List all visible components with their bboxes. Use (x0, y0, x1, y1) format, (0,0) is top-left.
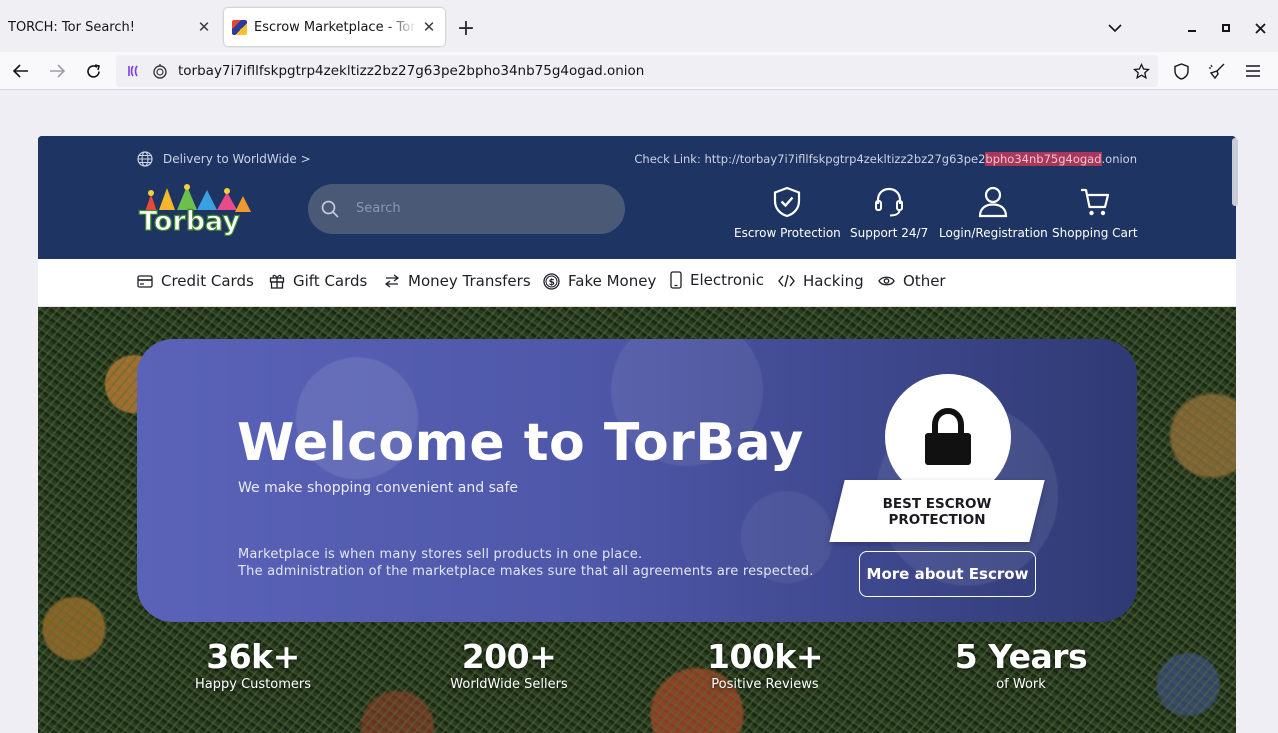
hero-subtitle: We make shopping convenient and safe (238, 480, 519, 496)
stat-reviews: 100k+ Positive Reviews (665, 637, 865, 693)
cart-icon (1080, 188, 1109, 216)
stat-value: 36k+ (206, 637, 300, 676)
address-bar[interactable]: torbay7i7ifllfskpgtrp4zekltizz2bz27g63pe… (116, 55, 1158, 87)
headset-icon (875, 187, 904, 217)
svg-text:$: $ (549, 278, 555, 288)
page-scrollbar[interactable] (1232, 138, 1238, 206)
escrow-protection-label: Escrow Protection (734, 226, 841, 240)
back-button[interactable] (6, 56, 36, 86)
shopping-cart-label: Shopping Cart (1052, 226, 1138, 240)
list-all-tabs-icon[interactable] (1101, 14, 1129, 42)
close-tab-icon[interactable]: ✕ (417, 15, 441, 39)
category-fake-money[interactable]: $ Fake Money (543, 272, 656, 290)
category-label: Money Transfers (408, 272, 531, 290)
reload-button[interactable] (78, 56, 108, 86)
category-label: Electronic (690, 271, 764, 289)
more-about-escrow-button[interactable]: More about Escrow (859, 551, 1036, 597)
stat-years: 5 Years of Work (921, 637, 1121, 693)
category-hacking[interactable]: Hacking (778, 272, 864, 290)
logo-text: Torbay (139, 206, 240, 236)
tab-title: Escrow Marketplace - TorBay (254, 19, 417, 35)
hero-title: Welcome to TorBay (237, 413, 804, 473)
close-tab-icon[interactable]: ✕ (192, 15, 216, 39)
tab-torch-search[interactable]: TORCH: Tor Search! ✕ (0, 8, 220, 46)
category-electronic[interactable]: Electronic (670, 271, 764, 289)
delivery-label: Delivery to WorldWide > (163, 152, 311, 166)
search-icon (321, 200, 339, 218)
gift-icon (269, 274, 285, 289)
phone-icon (670, 271, 682, 289)
category-nav: Credit Cards Gift Cards Money Transfers … (38, 259, 1236, 307)
site-header: Delivery to WorldWide > Check Link: http… (38, 136, 1236, 259)
check-link-suffix: .onion (1101, 152, 1138, 166)
stat-value: 5 Years (954, 637, 1088, 676)
new-tab-button[interactable]: + (452, 14, 480, 42)
url-text: torbay7i7ifllfskpgtrp4zekltizz2bz27g63pe… (178, 63, 645, 79)
torbay-site: Delivery to WorldWide > Check Link: http… (38, 136, 1236, 733)
support-link[interactable]: Support 24/7 (850, 186, 928, 240)
login-registration-label: Login/Registration (939, 226, 1048, 240)
close-window-button[interactable] (1246, 14, 1274, 42)
search-bar[interactable]: Search (308, 184, 625, 234)
tab-escrow-marketplace[interactable]: Escrow Marketplace - TorBay ✕ (224, 8, 445, 46)
padlock-icon (925, 407, 971, 465)
code-icon (778, 274, 795, 288)
browser-nav-bar: torbay7i7ifllfskpgtrp4zekltizz2bz27g63pe… (0, 52, 1278, 90)
torbay-favicon-icon (232, 19, 247, 35)
bookmark-star-icon[interactable] (1132, 62, 1150, 80)
menu-hamburger-icon[interactable] (1238, 56, 1268, 86)
stat-customers: 36k+ Happy Customers (153, 637, 353, 693)
torbay-logo[interactable]: Torbay (137, 184, 257, 238)
page-viewport: Delivery to WorldWide > Check Link: http… (0, 90, 1278, 733)
escrow-badge-text: BEST ESCROW PROTECTION (837, 496, 1037, 528)
category-other[interactable]: Other (878, 272, 946, 290)
support-label: Support 24/7 (850, 226, 929, 240)
shopping-cart-link[interactable]: Shopping Cart (1052, 186, 1138, 240)
login-registration-link[interactable]: Login/Registration (939, 186, 1048, 240)
badge-line-2: PROTECTION (888, 512, 986, 528)
check-link: Check Link: http://torbay7i7ifllfskpgtrp… (634, 152, 1137, 166)
category-label: Gift Cards (293, 272, 368, 290)
eye-icon (878, 276, 895, 286)
hero-section: Welcome to TorBay We make shopping conve… (38, 307, 1236, 733)
category-label: Fake Money (568, 272, 657, 290)
category-money-transfers[interactable]: Money Transfers (384, 272, 531, 290)
maximize-window-button[interactable] (1212, 14, 1240, 42)
transfer-icon (384, 274, 400, 288)
credit-card-icon (137, 274, 153, 288)
stat-label: of Work (996, 677, 1046, 692)
hero-paragraph-1: Marketplace is when many stores sell pro… (238, 547, 643, 562)
shield-check-icon (774, 186, 801, 218)
tor-circuit-icon[interactable] (124, 62, 142, 80)
new-identity-broom-icon[interactable] (1202, 56, 1232, 86)
category-label: Hacking (803, 272, 864, 290)
minimize-window-button[interactable] (1178, 14, 1206, 42)
browser-tab-bar: TORCH: Tor Search! ✕ Escrow Marketplace … (0, 0, 1278, 52)
stat-label: WorldWide Sellers (450, 677, 568, 692)
stat-sellers: 200+ WorldWide Sellers (409, 637, 609, 693)
hero-paragraph-2: The administration of the marketplace ma… (238, 564, 814, 579)
delivery-selector[interactable]: Delivery to WorldWide > (137, 151, 311, 167)
badge-line-1: BEST ESCROW (882, 496, 992, 512)
check-link-prefix: Check Link: http://torbay7i7ifllfskpgtrp… (634, 152, 986, 166)
check-link-highlight: bpho34nb75g4ogad (985, 152, 1102, 166)
category-gift-cards[interactable]: Gift Cards (269, 272, 367, 290)
user-icon (979, 186, 1008, 218)
category-credit-cards[interactable]: Credit Cards (137, 272, 254, 290)
search-placeholder: Search (356, 201, 401, 216)
forward-button[interactable] (42, 56, 72, 86)
welcome-banner: Welcome to TorBay We make shopping conve… (137, 339, 1137, 622)
stat-label: Positive Reviews (711, 677, 819, 692)
escrow-protection-link[interactable]: Escrow Protection (734, 186, 841, 240)
onion-site-icon[interactable] (151, 62, 169, 80)
stat-label: Happy Customers (195, 677, 311, 692)
stat-value: 100k+ (707, 637, 823, 676)
coin-icon: $ (543, 272, 560, 290)
category-label: Other (903, 272, 946, 290)
category-label: Credit Cards (161, 272, 254, 290)
globe-icon (137, 151, 153, 167)
shield-icon[interactable] (1166, 56, 1196, 86)
stat-value: 200+ (461, 637, 557, 676)
tab-title: TORCH: Tor Search! (8, 19, 135, 35)
